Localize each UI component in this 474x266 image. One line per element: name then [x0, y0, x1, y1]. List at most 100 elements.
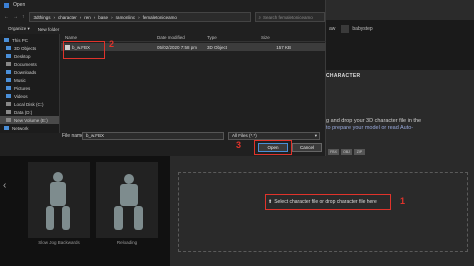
chevron-down-icon: ▾ — [314, 133, 317, 138]
panel-text-link[interactable]: to prepare your model or read Auto- — [326, 125, 472, 132]
file-type-filter[interactable]: All Files (*.*) ▾ — [228, 132, 320, 140]
crumb[interactable]: character — [58, 15, 77, 20]
nav-item-desktop[interactable]: Desktop — [0, 52, 59, 60]
new-folder-button[interactable]: New folder — [38, 27, 60, 32]
search-input[interactable]: ⌕ Search femaletoniceamo — [254, 12, 325, 22]
figure-body — [120, 184, 138, 206]
file-type: 3D Object — [207, 44, 228, 50]
figure-leg — [134, 206, 143, 230]
column-size[interactable]: Size — [257, 35, 297, 40]
nav-item-this-pc[interactable]: This PC — [0, 36, 59, 44]
dialog-titlebar: Open — [0, 0, 325, 10]
app-icon — [4, 2, 9, 8]
thumbnail-card[interactable] — [28, 162, 90, 238]
nav-item-3d-objects[interactable]: 3D Objects — [0, 44, 59, 52]
app-tab[interactable]: babystep — [341, 22, 373, 36]
column-date[interactable]: Date modified — [153, 35, 203, 40]
back-icon[interactable]: ← — [4, 14, 9, 20]
nav-label: Music — [14, 77, 26, 83]
annotation-number: 3 — [236, 140, 242, 150]
file-list: Name Date modified Type Size b_w.FBX 05/… — [61, 34, 326, 133]
nav-label: Videos — [14, 93, 28, 99]
drop-zone[interactable] — [178, 172, 468, 252]
nav-label: Data (D:) — [14, 109, 33, 115]
video-icon — [6, 94, 11, 98]
column-type[interactable]: Type — [203, 35, 257, 40]
cancel-button[interactable]: Cancel — [292, 143, 322, 152]
drive-icon — [6, 118, 11, 122]
nav-item-downloads[interactable]: Downloads — [0, 68, 59, 76]
chevron-right-icon: › — [138, 14, 140, 20]
address-bar[interactable]: 3dthings › character › ren › base › ramonlin… — [28, 12, 251, 22]
network-icon — [4, 126, 9, 130]
annotation-number: 1 — [400, 196, 406, 206]
nav-label: Pictures — [14, 85, 31, 91]
nav-label: Downloads — [14, 69, 37, 75]
annotation-box-upload — [265, 194, 391, 210]
address-row: ← → ↑ 3dthings › character › ren › base › ra… — [0, 10, 325, 24]
file-size: 157 KB — [276, 44, 291, 50]
nav-item-network[interactable]: Network — [0, 124, 59, 132]
panel-instructions: g and drop your 3D character file in the… — [326, 118, 472, 132]
chevron-right-icon: › — [53, 14, 56, 20]
cube-icon — [6, 46, 11, 50]
screenshot-root: aw babystep CHARACTER g and drop your 3D… — [0, 0, 474, 266]
nav-item-new-volume[interactable]: New Volume (E:) — [0, 116, 59, 124]
picture-icon — [6, 86, 11, 90]
figure-leg — [114, 206, 123, 230]
crumb[interactable]: base — [98, 15, 108, 20]
chevron-right-icon: › — [79, 14, 82, 20]
thumbnail-card[interactable] — [96, 162, 158, 238]
desktop-icon — [6, 54, 11, 58]
nav-label: Documents — [14, 61, 37, 67]
nav-label: Network — [12, 125, 29, 131]
chevron-left-icon[interactable]: ‹ — [3, 180, 6, 191]
panel-title: CHARACTER — [326, 73, 361, 79]
annotation-box-open — [254, 140, 292, 155]
dialog-body: This PC 3D Objects Desktop Documents Dow… — [0, 34, 326, 133]
nav-item-data[interactable]: Data (D:) — [0, 108, 59, 116]
file-name-input[interactable]: b_w.FBX — [82, 132, 224, 140]
drive-icon — [6, 110, 11, 114]
nav-label: Desktop — [14, 53, 31, 59]
crumb[interactable]: ren — [84, 15, 91, 20]
figure-leg — [46, 206, 54, 230]
nav-item-videos[interactable]: Videos — [0, 92, 59, 100]
nav-item-documents[interactable]: Documents — [0, 60, 59, 68]
forward-icon[interactable]: → — [13, 14, 18, 20]
app-tabs: aw babystep — [318, 22, 373, 36]
drive-icon — [6, 102, 11, 106]
open-file-dialog: Open ← → ↑ 3dthings › character › ren › bas… — [0, 0, 326, 156]
search-placeholder: Search femaletoniceamo — [263, 14, 313, 20]
document-icon — [6, 62, 11, 66]
dialog-title: Open — [13, 2, 26, 8]
crumb[interactable]: femaletoniceamo — [143, 15, 177, 20]
navigation-pane: This PC 3D Objects Desktop Documents Dow… — [0, 34, 60, 133]
figure-body — [50, 182, 66, 206]
tab-label: aw — [329, 26, 336, 32]
thumbnail-label: Slow Jog Backwards — [38, 240, 80, 245]
download-icon — [6, 70, 11, 74]
search-icon: ⌕ — [258, 14, 262, 20]
organize-button[interactable]: Organize ▾ — [8, 26, 30, 32]
nav-label: 3D Objects — [14, 45, 37, 51]
tab-icon — [341, 25, 350, 33]
nav-item-local-disk[interactable]: Local Disk (C:) — [0, 100, 59, 108]
nav-label: Local Disk (C:) — [14, 101, 44, 107]
crumb[interactable]: 3dthings — [34, 15, 51, 20]
column-name[interactable]: Name — [61, 35, 153, 40]
pc-icon — [4, 38, 9, 42]
figure-head — [53, 172, 63, 182]
figure-leg — [62, 206, 70, 230]
format-badge: OBJ — [341, 149, 352, 155]
nav-item-music[interactable]: Music — [0, 76, 59, 84]
annotation-number: 2 — [109, 39, 115, 49]
crumb[interactable]: ramonlinc — [116, 15, 136, 20]
up-icon[interactable]: ↑ — [22, 14, 25, 20]
dialog-toolbar: Organize ▾ New folder — [0, 24, 325, 34]
annotation-box-file — [63, 41, 105, 59]
music-icon — [6, 78, 11, 82]
nav-item-pictures[interactable]: Pictures — [0, 84, 59, 92]
nav-label: New Volume (E:) — [14, 117, 48, 123]
file-date: 05/02/2020 7:58 pm — [157, 44, 198, 50]
